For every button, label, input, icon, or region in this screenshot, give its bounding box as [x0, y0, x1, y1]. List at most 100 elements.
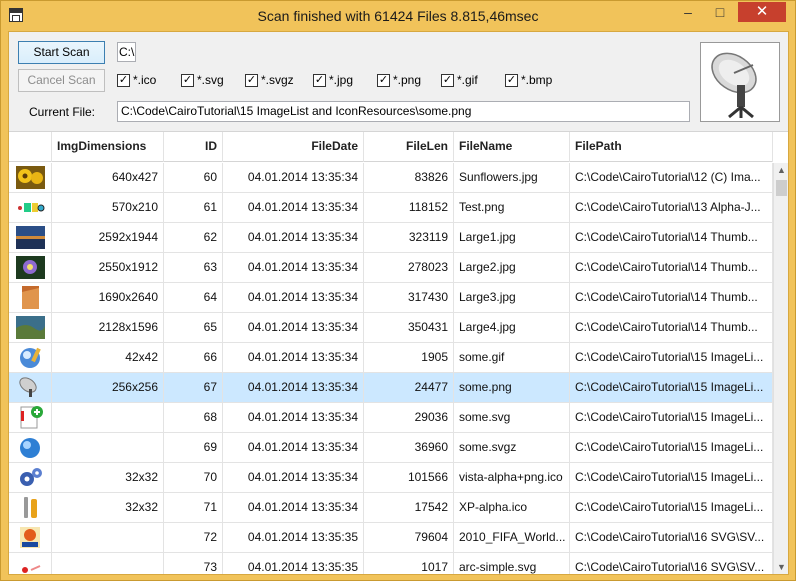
cell-filedate: 04.01.2014 13:35:34	[223, 193, 364, 222]
cell-thumbnail	[9, 373, 52, 402]
close-button[interactable]: ✕	[738, 2, 786, 22]
minimize-button[interactable]: –	[673, 2, 703, 22]
scan-path-input[interactable]: C:\	[117, 42, 136, 62]
satellite-dish-icon	[16, 376, 45, 399]
cell-filedate: 04.01.2014 13:35:35	[223, 553, 364, 574]
cell-filelen: 323119	[364, 223, 454, 252]
cell-filename: XP-alpha.ico	[454, 493, 570, 522]
cell-imgdimensions: 32x32	[52, 493, 164, 522]
table-row[interactable]: 69 04.01.2014 13:35:34 36960 some.svgz C:\Co…	[9, 433, 773, 463]
cell-imgdimensions	[52, 523, 164, 552]
maximize-button[interactable]: □	[705, 2, 735, 22]
cell-thumbnail	[9, 283, 52, 312]
cell-filedate: 04.01.2014 13:35:34	[223, 403, 364, 432]
table-row[interactable]: 570x210 61 04.01.2014 13:35:34 118152 Test.p…	[9, 193, 773, 223]
cell-filename: Large4.jpg	[454, 313, 570, 342]
column-header-imgdimensions[interactable]: ImgDimensions	[52, 132, 164, 162]
cell-id: 61	[164, 193, 223, 222]
cell-filepath: C:\Code\CairoTutorial\15 ImageLi...	[570, 463, 773, 492]
cell-filepath: C:\Code\CairoTutorial\15 ImageLi...	[570, 493, 773, 522]
column-header-filedate[interactable]: FileDate	[223, 132, 364, 162]
checkbox-check-icon[interactable]: ✓	[441, 74, 454, 87]
test-strip-icon	[16, 196, 45, 219]
checkbox-check-icon[interactable]: ✓	[313, 74, 326, 87]
cell-filepath: C:\Code\CairoTutorial\14 Thumb...	[570, 253, 773, 282]
cell-filename: Sunflowers.jpg	[454, 163, 570, 192]
table-row[interactable]: 32x32 70 04.01.2014 13:35:34 101566 vista-al…	[9, 463, 773, 493]
cell-imgdimensions: 2128x1596	[52, 313, 164, 342]
scroll-down-arrow-icon[interactable]: ▼	[774, 560, 788, 574]
checkbox-check-icon[interactable]: ✓	[245, 74, 258, 87]
table-row[interactable]: 73 04.01.2014 13:35:35 1017 arc-simple.svg C…	[9, 553, 773, 574]
cell-filedate: 04.01.2014 13:35:34	[223, 253, 364, 282]
cell-filepath: C:\Code\CairoTutorial\16 SVG\SV...	[570, 523, 773, 552]
cell-thumbnail	[9, 433, 52, 462]
cell-filelen: 317430	[364, 283, 454, 312]
cell-thumbnail	[9, 313, 52, 342]
cell-filelen: 24477	[364, 373, 454, 402]
cell-filelen: 1905	[364, 343, 454, 372]
cell-filepath: C:\Code\CairoTutorial\14 Thumb...	[570, 223, 773, 252]
table-row[interactable]: 32x32 71 04.01.2014 13:35:34 17542 XP-alpha.…	[9, 493, 773, 523]
column-header-id[interactable]: ID	[164, 132, 223, 162]
cell-filename: some.png	[454, 373, 570, 402]
cancel-scan-button[interactable]: Cancel Scan	[18, 69, 105, 92]
cell-filename: some.svg	[454, 403, 570, 432]
table-row[interactable]: 42x42 66 04.01.2014 13:35:34 1905 some.gif C:…	[9, 343, 773, 373]
cell-id: 66	[164, 343, 223, 372]
cell-filelen: 79604	[364, 523, 454, 552]
table-row[interactable]: 2128x1596 65 04.01.2014 13:35:34 350431 Larg…	[9, 313, 773, 343]
cell-thumbnail	[9, 463, 52, 492]
checkbox-check-icon[interactable]: ✓	[377, 74, 390, 87]
cell-id: 73	[164, 553, 223, 574]
cell-filedate: 04.01.2014 13:35:34	[223, 163, 364, 192]
satellite-dish-icon	[711, 52, 757, 119]
column-header-filelen[interactable]: FileLen	[364, 132, 454, 162]
sunflowers-icon	[16, 166, 45, 189]
current-file-field[interactable]: C:\Code\CairoTutorial\15 ImageList and I…	[117, 101, 690, 122]
column-header-filename[interactable]: FileName	[454, 132, 570, 162]
preview-image	[700, 42, 780, 122]
cell-thumbnail	[9, 163, 52, 192]
cell-filepath: C:\Code\CairoTutorial\12 (C) Ima...	[570, 163, 773, 192]
table-row[interactable]: 72 04.01.2014 13:35:35 79604 2010_FIFA_Worl…	[9, 523, 773, 553]
file-grid[interactable]: ImgDimensions ID FileDate FileLen FileNa…	[9, 131, 788, 574]
table-row[interactable]: 256x256 67 04.01.2014 13:35:34 24477 some.pn…	[9, 373, 773, 403]
cell-id: 67	[164, 373, 223, 402]
start-scan-button[interactable]: Start Scan	[18, 41, 105, 64]
cell-imgdimensions: 2550x1912	[52, 253, 164, 282]
cell-filepath: C:\Code\CairoTutorial\15 ImageLi...	[570, 433, 773, 462]
cell-filelen: 101566	[364, 463, 454, 492]
table-row[interactable]: 2550x1912 63 04.01.2014 13:35:34 278023 Larg…	[9, 253, 773, 283]
scroll-up-arrow-icon[interactable]: ▲	[774, 163, 788, 178]
desert-icon	[16, 286, 45, 309]
cell-imgdimensions: 2592x1944	[52, 223, 164, 252]
cell-filename: some.svgz	[454, 433, 570, 462]
table-row[interactable]: 68 04.01.2014 13:35:34 29036 some.svg C:\Cod…	[9, 403, 773, 433]
checkbox-check-icon[interactable]: ✓	[117, 74, 130, 87]
column-header-thumb[interactable]	[9, 132, 52, 162]
gears-icon	[16, 466, 45, 489]
column-header-filepath[interactable]: FilePath	[570, 132, 773, 162]
cell-filelen: 36960	[364, 433, 454, 462]
cell-filename: Test.png	[454, 193, 570, 222]
cell-imgdimensions: 570x210	[52, 193, 164, 222]
app-window: Scan finished with 61424 Files 8.815,46m…	[0, 0, 796, 581]
current-file-label: Current File:	[29, 105, 96, 119]
scroll-thumb[interactable]	[776, 180, 787, 196]
arc-simple-icon	[16, 556, 45, 574]
vertical-scrollbar[interactable]: ▲ ▼	[773, 163, 788, 574]
table-row[interactable]: 640x427 60 04.01.2014 13:35:34 83826 Sunflow…	[9, 163, 773, 193]
cell-imgdimensions	[52, 553, 164, 574]
checkbox-check-icon[interactable]: ✓	[505, 74, 518, 87]
checkbox-check-icon[interactable]: ✓	[181, 74, 194, 87]
cell-imgdimensions: 32x32	[52, 463, 164, 492]
cell-filename: vista-alpha+png.ico	[454, 463, 570, 492]
cell-filename: some.gif	[454, 343, 570, 372]
globe-pen-icon	[16, 346, 45, 369]
cell-filepath: C:\Code\CairoTutorial\13 Alpha-J...	[570, 193, 773, 222]
table-row[interactable]: 2592x1944 62 04.01.2014 13:35:34 323119 Larg…	[9, 223, 773, 253]
table-row[interactable]: 1690x2640 64 04.01.2014 13:35:34 317430 Larg…	[9, 283, 773, 313]
cell-imgdimensions: 256x256	[52, 373, 164, 402]
cell-thumbnail	[9, 553, 52, 574]
